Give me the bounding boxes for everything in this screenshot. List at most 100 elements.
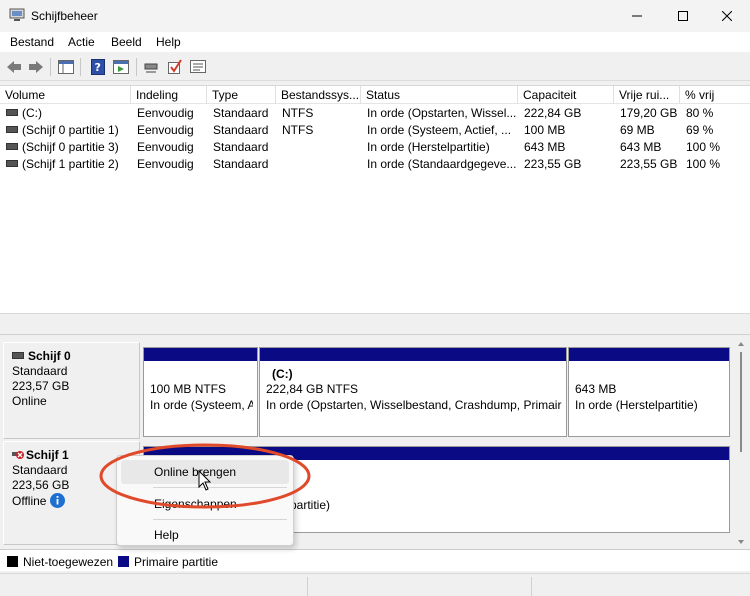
forward-icon[interactable] — [27, 58, 45, 76]
disk-size: 223,57 GB — [12, 379, 70, 393]
menu-actie[interactable]: Actie — [68, 35, 95, 49]
partition-status: In orde (Herstelpartitie) — [575, 398, 698, 412]
partition-c[interactable]: (C:) 222,84 GB NTFS In orde (Opstarten, … — [259, 347, 567, 437]
type-cell: Standaard — [213, 140, 269, 154]
column-type[interactable]: Type — [207, 86, 276, 104]
volume-icon — [6, 143, 18, 150]
column-status[interactable]: Status — [361, 86, 518, 104]
partition-info: 643 MB — [575, 382, 617, 396]
unallocated-swatch — [7, 556, 18, 567]
partition-info: 100 MB NTFS — [150, 382, 227, 396]
volume-cell: (C:) — [6, 106, 42, 120]
partition-status: In orde (Systeem, A — [150, 398, 253, 412]
column-volume[interactable]: Volume — [0, 86, 131, 104]
toolbar: ? — [0, 53, 750, 81]
partition-status: In orde (Opstarten, Wisselbestand, Crash… — [266, 398, 562, 412]
column-percent-free[interactable]: % vrij — [680, 86, 750, 104]
type-cell: Standaard — [213, 157, 269, 171]
disk-name: Schijf 0 — [28, 349, 71, 363]
free-space-cell: 69 MB — [620, 123, 655, 137]
menu-item-online-brengen[interactable]: Online brengen — [121, 460, 289, 484]
layout-cell: Eenvoudig — [137, 106, 194, 120]
properties-icon[interactable] — [112, 58, 130, 76]
table-row[interactable]: (Schijf 0 partitie 1) Eenvoudig Standaar… — [0, 122, 750, 139]
checkbox-icon[interactable] — [166, 58, 184, 76]
status-bar — [0, 573, 750, 596]
status-cell: In orde (Standaardgegeve... — [367, 157, 517, 171]
menu-help[interactable]: Help — [156, 35, 181, 49]
percent-free-cell: 100 % — [686, 157, 721, 171]
partition-info: 222,84 GB NTFS — [266, 382, 359, 396]
maximize-button[interactable] — [660, 0, 706, 32]
filesystem-cell: NTFS — [282, 106, 314, 120]
disk-state: Offline — [12, 494, 47, 508]
legend-unallocated: Niet-toegewezen — [23, 555, 114, 569]
volume-icon — [6, 109, 18, 116]
column-filesystem[interactable]: Bestandssys... — [276, 86, 361, 104]
free-space-cell: 223,55 GB — [620, 157, 678, 171]
list-view-icon[interactable] — [189, 58, 207, 76]
capacity-cell: 222,84 GB — [524, 106, 582, 120]
capacity-cell: 223,55 GB — [524, 157, 582, 171]
primary-partition-swatch — [118, 556, 129, 567]
back-icon[interactable] — [5, 58, 23, 76]
disk-management-icon — [9, 8, 25, 22]
layout-cell: Eenvoudig — [137, 140, 194, 154]
close-button[interactable] — [704, 0, 750, 32]
connect-disk-icon[interactable] — [143, 58, 161, 76]
status-cell: In orde (Opstarten, Wissel... — [367, 106, 517, 120]
partition-status: partitie) — [290, 498, 331, 512]
window-title: Schijfbeheer — [31, 9, 98, 23]
title-bar: Schijfbeheer — [0, 0, 750, 32]
filesystem-cell: NTFS — [282, 123, 314, 137]
percent-free-cell: 69 % — [686, 123, 714, 137]
column-free-space[interactable]: Vrije rui... — [614, 86, 680, 104]
menu-bar: Bestand Actie Beeld Help — [0, 32, 750, 52]
help-icon[interactable]: ? — [89, 58, 107, 76]
disk-icon — [12, 352, 24, 359]
status-cell: In orde (Herstelpartitie) — [367, 140, 490, 154]
type-cell: Standaard — [213, 106, 269, 120]
offline-disk-icon — [12, 449, 24, 459]
volume-cell: (Schijf 0 partitie 1) — [6, 123, 119, 137]
type-cell: Standaard — [213, 123, 269, 137]
disk-state: Online — [12, 394, 47, 408]
status-cell: In orde (Systeem, Actief, ... — [367, 123, 512, 137]
minimize-button[interactable] — [614, 0, 660, 32]
free-space-cell: 643 MB — [620, 140, 662, 154]
menu-item-eigenschappen[interactable]: Eigenschappen — [121, 492, 289, 516]
table-row[interactable]: (C:) Eenvoudig Standaard NTFS In orde (O… — [0, 105, 750, 122]
pane-splitter[interactable] — [0, 313, 750, 335]
legend-primary-partition: Primaire partitie — [134, 555, 219, 569]
table-row[interactable]: (Schijf 1 partitie 2) Eenvoudig Standaar… — [0, 156, 750, 173]
context-menu: Online brengen Eigenschappen Help — [116, 455, 294, 546]
free-space-cell: 179,20 GB — [620, 106, 678, 120]
partition-system[interactable]: 100 MB NTFS In orde (Systeem, A — [143, 347, 258, 437]
table-row[interactable]: (Schijf 0 partitie 3) Eenvoudig Standaar… — [0, 139, 750, 156]
legend: Niet-toegewezen Primaire partitie — [0, 549, 750, 571]
disk-kind: Standaard — [12, 364, 68, 378]
menu-bestand[interactable]: Bestand — [10, 35, 54, 49]
disk-0-label[interactable]: Schijf 0 Standaard 223,57 GB Online — [3, 342, 140, 439]
column-capacity[interactable]: Capaciteit — [518, 86, 614, 104]
percent-free-cell: 80 % — [686, 106, 714, 120]
percent-free-cell: 100 % — [686, 140, 721, 154]
column-layout[interactable]: Indeling — [131, 86, 207, 104]
menu-beeld[interactable]: Beeld — [111, 35, 142, 49]
partition-recovery[interactable]: 643 MB In orde (Herstelpartitie) — [568, 347, 730, 437]
svg-text:?: ? — [95, 61, 101, 74]
volume-icon — [6, 160, 18, 167]
menu-item-help[interactable]: Help — [121, 523, 289, 547]
volume-cell: (Schijf 1 partitie 2) — [6, 157, 119, 171]
volume-icon — [6, 126, 18, 133]
capacity-cell: 100 MB — [524, 123, 566, 137]
disk-name: Schijf 1 — [26, 448, 69, 462]
partition-title: (C:) — [272, 367, 293, 381]
layout-cell: Eenvoudig — [137, 123, 194, 137]
disk-map-scrollbar[interactable] — [735, 340, 747, 546]
volume-cell: (Schijf 0 partitie 3) — [6, 140, 119, 154]
info-icon[interactable] — [50, 493, 66, 508]
capacity-cell: 643 MB — [524, 140, 566, 154]
layout-cell: Eenvoudig — [137, 157, 194, 171]
console-tree-icon[interactable] — [57, 58, 75, 76]
